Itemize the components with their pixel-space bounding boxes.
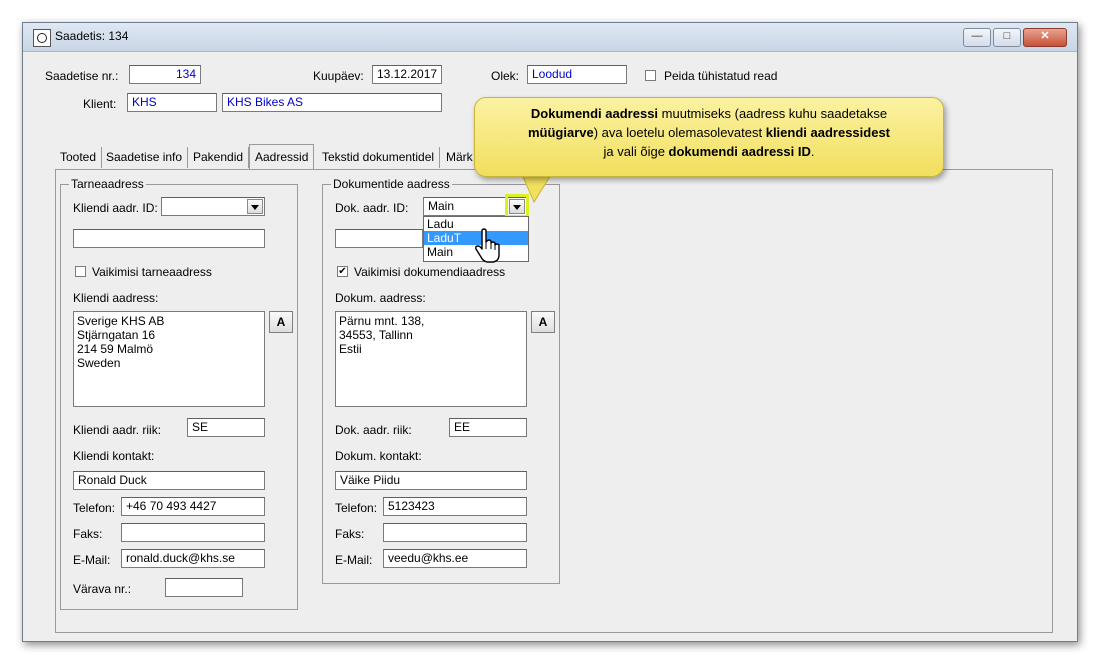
kliendi-kontakt-field[interactable]: Ronald Duck <box>73 471 265 490</box>
kuupaev-field[interactable]: 13.12.2017 <box>372 65 442 84</box>
vaikimisi-tarneaadress-label: Vaikimisi tarneaadress <box>92 265 212 279</box>
varava-nr-label: Värava nr.: <box>73 582 132 596</box>
minimize-button[interactable]: — <box>963 28 991 47</box>
tarneaadress-extra-field[interactable] <box>73 229 265 248</box>
dokum-kontakt-field[interactable]: Väike Piidu <box>335 471 527 490</box>
email-field[interactable]: ronald.duck@khs.se <box>121 549 265 568</box>
dokum-faks-label: Faks: <box>335 527 365 541</box>
address-format-button[interactable]: A <box>269 311 293 333</box>
peida-checkbox[interactable] <box>645 70 656 81</box>
dok-aadr-riik-field[interactable]: EE <box>449 418 527 437</box>
app-icon <box>33 29 51 47</box>
tarneaadress-group: Tarneaadress Kliendi aadr. ID: Vaikimisi… <box>60 177 298 610</box>
dokumentide-aadress-legend: Dokumentide aadress <box>331 177 452 191</box>
dokum-email-field[interactable]: veedu@khs.ee <box>383 549 527 568</box>
dok-aadr-riik-label: Dok. aadr. riik: <box>335 423 412 437</box>
olek-field[interactable]: Loodud <box>527 65 627 84</box>
faks-label: Faks: <box>73 527 103 541</box>
vaikimisi-dokumendiaadress-checkbox[interactable]: ✔ <box>337 266 348 277</box>
kliendi-aadr-riik-field[interactable]: SE <box>187 418 265 437</box>
maximize-button[interactable]: □ <box>993 28 1021 47</box>
kliendi-aadr-riik-label: Kliendi aadr. riik: <box>73 423 162 437</box>
tarneaadress-legend: Tarneaadress <box>69 177 146 191</box>
dokum-email-label: E-Mail: <box>335 553 373 567</box>
klient-name-field[interactable]: KHS Bikes AS <box>222 93 442 112</box>
dokum-telefon-label: Telefon: <box>335 501 378 515</box>
dokumentide-aadress-group: Dokumentide aadress Dok. aadr. ID: Main … <box>322 177 560 584</box>
kliendi-aadr-id-combo[interactable] <box>161 197 265 216</box>
tab-aadressid[interactable]: Aadressid <box>249 144 315 170</box>
saadetise-nr-label: Saadetise nr.: <box>45 69 119 83</box>
tab-pakendid[interactable]: Pakendid <box>188 147 250 168</box>
chevron-down-icon[interactable] <box>247 199 263 214</box>
olek-label: Olek: <box>491 69 520 83</box>
kliendi-kontakt-label: Kliendi kontakt: <box>73 449 155 463</box>
tab-tekstid-dokumentidel[interactable]: Tekstid dokumentidel <box>317 147 441 168</box>
telefon-label: Telefon: <box>73 501 116 515</box>
dok-aadr-id-label: Dok. aadr. ID: <box>335 201 409 215</box>
dokum-address-format-button[interactable]: A <box>531 311 555 333</box>
window-title: Saadetis: 134 <box>55 29 129 43</box>
dokum-extra-field[interactable] <box>335 229 423 248</box>
tab-saadetise-info[interactable]: Saadetise info <box>101 147 189 168</box>
email-label: E-Mail: <box>73 553 111 567</box>
faks-field[interactable] <box>121 523 265 542</box>
klient-code-field[interactable]: KHS <box>127 93 217 112</box>
dokum-aadress-label: Dokum. aadress: <box>335 291 426 305</box>
dokum-aadress-textarea[interactable]: Pärnu mnt. 138, 34553, Tallinn Estii <box>335 311 527 407</box>
tab-panel-aadressid: Tarneaadress Kliendi aadr. ID: Vaikimisi… <box>55 169 1053 633</box>
close-button[interactable]: ✕ <box>1023 28 1067 47</box>
peida-label: Peida tühistatud read <box>664 69 778 83</box>
saadetise-nr-field[interactable]: 134 <box>129 65 201 84</box>
vaikimisi-dokumendiaadress-label: Vaikimisi dokumendiaadress <box>354 265 506 279</box>
kuupaev-label: Kuupäev: <box>313 69 364 83</box>
tab-mark[interactable]: Märk <box>441 147 478 168</box>
telefon-field[interactable]: +46 70 493 4427 <box>121 497 265 516</box>
dokum-faks-field[interactable] <box>383 523 527 542</box>
kliendi-aadr-id-label: Kliendi aadr. ID: <box>73 201 158 215</box>
varava-nr-field[interactable] <box>165 578 243 597</box>
dokum-telefon-field[interactable]: 5123423 <box>383 497 527 516</box>
kliendi-aadress-label: Kliendi aadress: <box>73 291 159 305</box>
klient-label: Klient: <box>83 97 117 111</box>
dokum-kontakt-label: Dokum. kontakt: <box>335 449 422 463</box>
title-bar[interactable]: Saadetis: 134 — □ ✕ <box>23 23 1077 52</box>
kliendi-aadress-textarea[interactable]: Sverige KHS AB Stjärngatan 16 214 59 Mal… <box>73 311 265 407</box>
tab-bar: Tooted Saadetise info Pakendid Aadressid… <box>55 144 535 170</box>
hand-cursor-icon <box>475 228 500 263</box>
tooltip-callout: Dokumendi aadressi muutmiseks (aadress k… <box>474 97 944 177</box>
tab-tooted[interactable]: Tooted <box>55 147 103 168</box>
vaikimisi-tarneaadress-checkbox[interactable] <box>75 266 86 277</box>
